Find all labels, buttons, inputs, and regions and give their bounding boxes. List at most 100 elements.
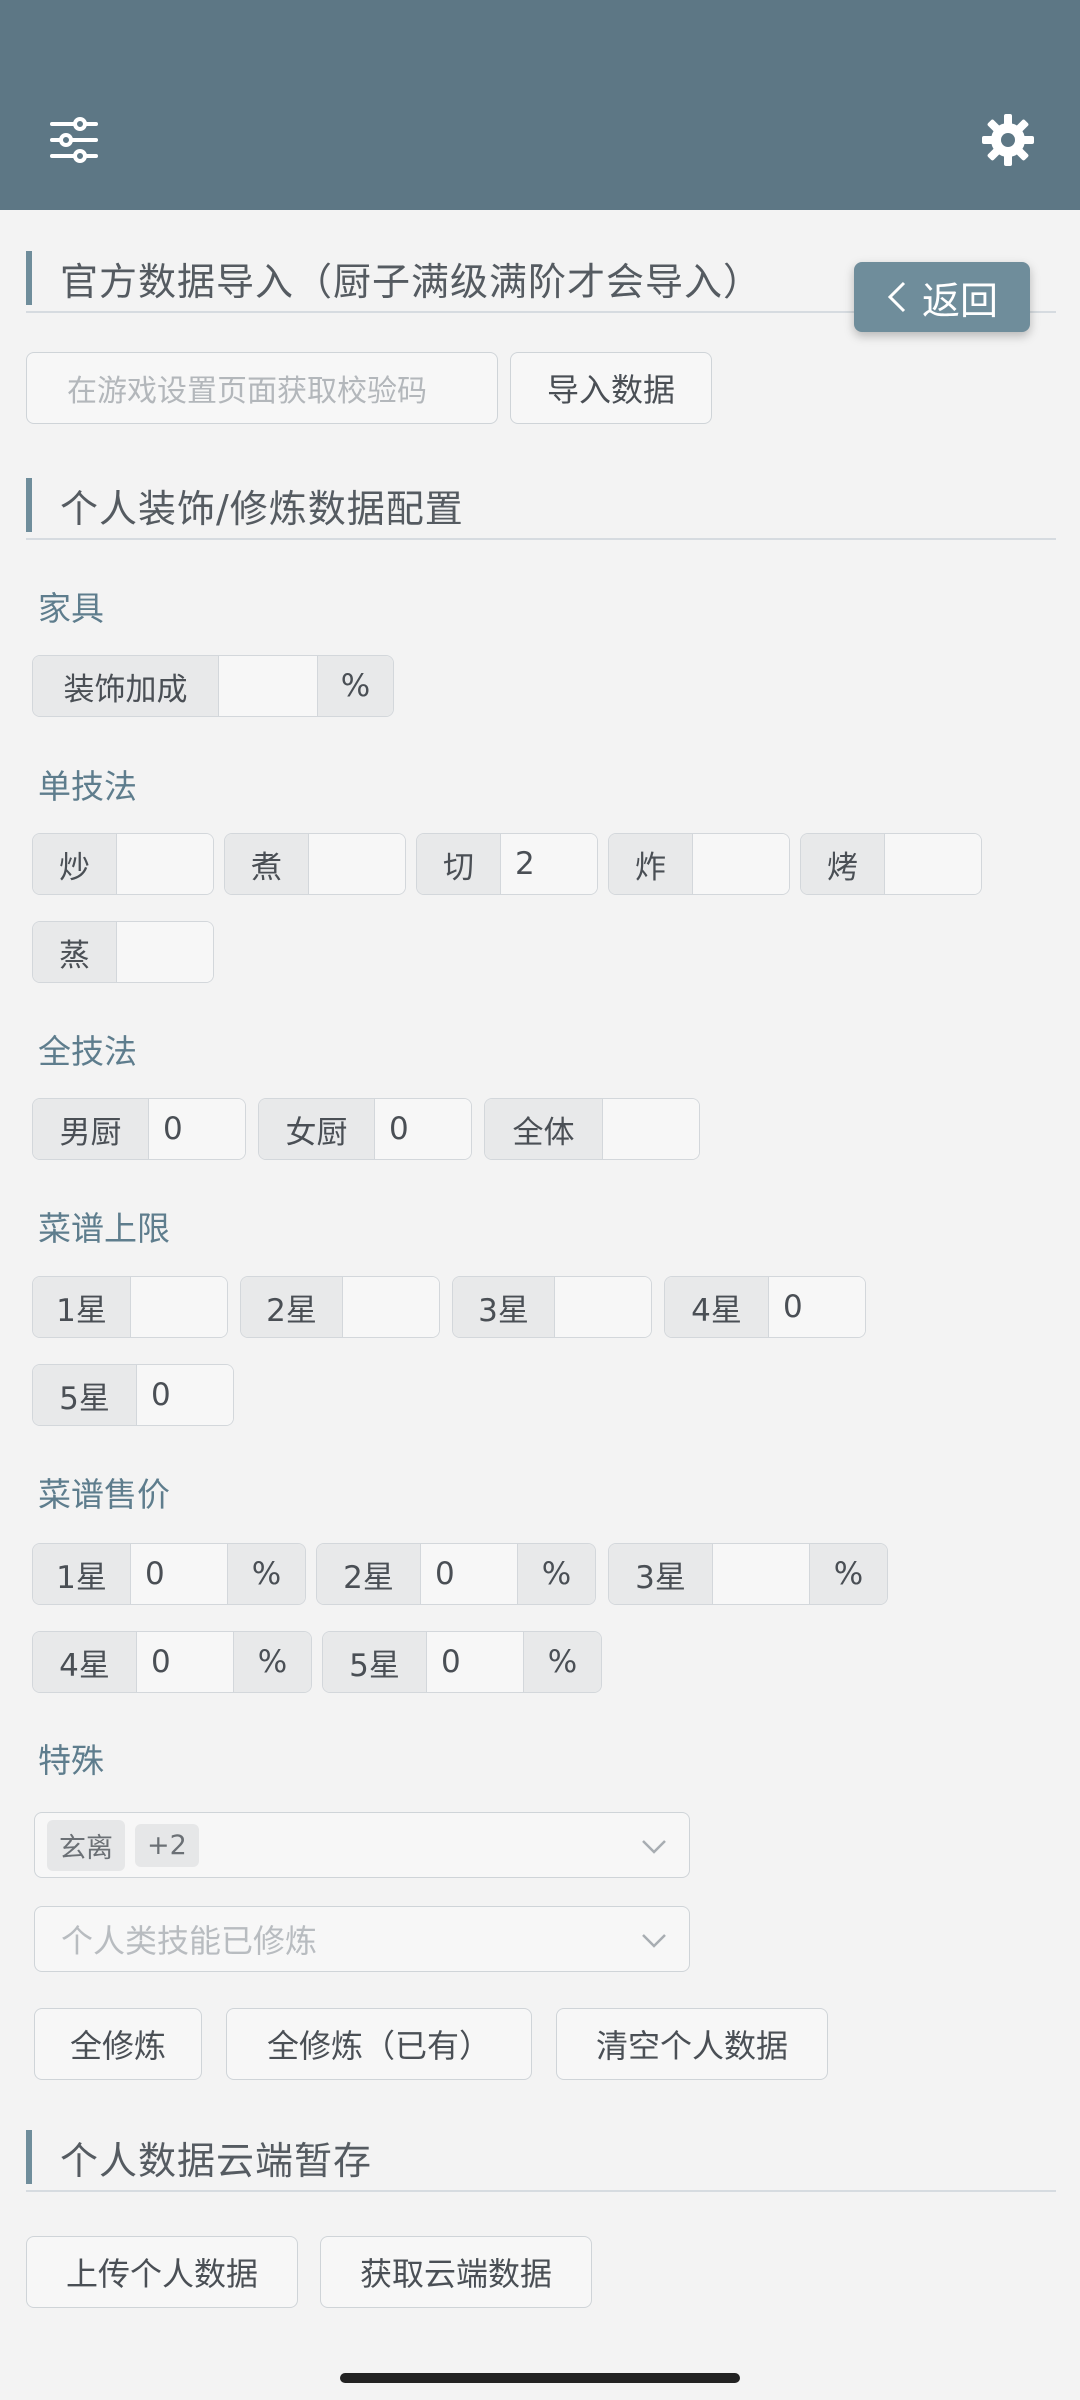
- field-label: 2星: [241, 1277, 343, 1337]
- skill-field-fry: 炸: [608, 833, 790, 895]
- trained-skill-placeholder: 个人类技能已修炼: [61, 1922, 318, 1960]
- back-button-label: 返回: [921, 278, 998, 323]
- section-cloud-storage: 个人数据云端暂存: [26, 2124, 1056, 2192]
- skill-field-steam: 蒸: [32, 921, 214, 983]
- recipe-price-1star: 1星 0 %: [32, 1543, 306, 1605]
- recipe-limit-3star: 3星: [452, 1276, 652, 1338]
- sliders-icon[interactable]: [44, 110, 104, 170]
- recipe-limit-2star: 2星: [240, 1276, 440, 1338]
- more-tags-badge: +2: [135, 1823, 199, 1867]
- chevron-down-icon: [642, 1934, 666, 1948]
- furniture-bonus-field: 装饰加成 %: [32, 655, 394, 717]
- field-label: 烤: [801, 834, 885, 894]
- field-label: 5星: [323, 1632, 427, 1692]
- import-data-label: 导入数据: [546, 371, 675, 409]
- section-title: 个人装饰/修炼数据配置: [60, 486, 464, 531]
- field-label: 切: [417, 834, 501, 894]
- skill-field-boil: 煮: [224, 833, 406, 895]
- field-label: 4星: [33, 1632, 137, 1692]
- all-skill-male: 男厨 0: [32, 1098, 246, 1160]
- furniture-bonus-input[interactable]: [219, 656, 317, 716]
- furniture-heading: 家具: [38, 589, 104, 628]
- recipe-price-2star: 2星 0 %: [316, 1543, 596, 1605]
- section-title: 个人数据云端暂存: [60, 2138, 373, 2183]
- field-label: 全体: [485, 1099, 603, 1159]
- field-input[interactable]: 0: [421, 1544, 517, 1604]
- trained-skill-select[interactable]: 个人类技能已修炼: [34, 1906, 690, 1972]
- all-skill-heading: 全技法: [38, 1032, 137, 1071]
- field-label: 煮: [225, 834, 309, 894]
- all-train-button[interactable]: 全修炼: [34, 2008, 202, 2080]
- section-bar: [26, 2130, 32, 2184]
- all-skill-female: 女厨 0: [258, 1098, 472, 1160]
- clear-personal-data-button[interactable]: 清空个人数据: [556, 2008, 828, 2080]
- recipe-limit-4star: 4星 0: [664, 1276, 866, 1338]
- field-input[interactable]: 0: [769, 1277, 865, 1337]
- selected-tag[interactable]: 玄离: [47, 1819, 125, 1871]
- field-label: 女厨: [259, 1099, 375, 1159]
- section-personal-config: 个人装饰/修炼数据配置: [26, 472, 1056, 540]
- chevron-down-icon: [642, 1840, 666, 1854]
- field-label: 4星: [665, 1277, 769, 1337]
- special-heading: 特殊: [38, 1741, 104, 1780]
- field-label: 1星: [33, 1277, 131, 1337]
- fetch-cloud-data-label: 获取云端数据: [359, 2255, 552, 2293]
- clear-personal-data-label: 清空个人数据: [595, 2027, 788, 2065]
- field-input[interactable]: 0: [427, 1632, 523, 1692]
- verification-code-placeholder: 在游戏设置页面获取校验码: [67, 374, 427, 409]
- field-label: 3星: [609, 1544, 713, 1604]
- upload-personal-data-label: 上传个人数据: [65, 2255, 258, 2293]
- field-input[interactable]: 2: [501, 834, 597, 894]
- all-train-owned-button[interactable]: 全修炼（已有）: [226, 2008, 532, 2080]
- field-input[interactable]: [343, 1277, 439, 1337]
- import-data-button[interactable]: 导入数据: [510, 352, 712, 424]
- field-input[interactable]: 0: [137, 1632, 233, 1692]
- skill-field-stir-fry: 炒: [32, 833, 214, 895]
- field-label: 2星: [317, 1544, 421, 1604]
- special-chef-select[interactable]: 玄离 +2: [34, 1812, 690, 1878]
- section-title: 官方数据导入（厨子满级满阶才会导入）: [60, 259, 763, 304]
- chevron-left-icon: [887, 281, 906, 313]
- field-input[interactable]: 0: [149, 1099, 245, 1159]
- field-label: 男厨: [33, 1099, 149, 1159]
- single-skill-heading: 单技法: [38, 767, 137, 806]
- field-label: 1星: [33, 1544, 131, 1604]
- skill-field-cut: 切 2: [416, 833, 598, 895]
- section-bar: [26, 478, 32, 532]
- percent-unit: %: [227, 1544, 305, 1604]
- field-input[interactable]: [693, 834, 789, 894]
- recipe-price-heading: 菜谱售价: [38, 1475, 170, 1514]
- field-input[interactable]: [131, 1277, 227, 1337]
- percent-unit: %: [809, 1544, 887, 1604]
- recipe-price-4star: 4星 0 %: [32, 1631, 312, 1693]
- recipe-limit-heading: 菜谱上限: [38, 1209, 170, 1248]
- all-train-owned-label: 全修炼（已有）: [266, 2027, 491, 2065]
- field-input[interactable]: 0: [375, 1099, 471, 1159]
- recipe-limit-1star: 1星: [32, 1276, 228, 1338]
- fetch-cloud-data-button[interactable]: 获取云端数据: [320, 2236, 592, 2308]
- percent-unit: %: [523, 1632, 601, 1692]
- upload-personal-data-button[interactable]: 上传个人数据: [26, 2236, 298, 2308]
- field-input[interactable]: [885, 834, 981, 894]
- field-label: 炸: [609, 834, 693, 894]
- recipe-limit-5star: 5星 0: [32, 1364, 234, 1426]
- home-indicator: [340, 2373, 740, 2383]
- field-input[interactable]: [603, 1099, 699, 1159]
- verification-code-input[interactable]: 在游戏设置页面获取校验码: [26, 352, 498, 424]
- percent-unit: %: [317, 656, 393, 716]
- gear-icon[interactable]: [978, 110, 1038, 170]
- all-train-label: 全修炼: [69, 2027, 166, 2065]
- percent-unit: %: [517, 1544, 595, 1604]
- field-label: 炒: [33, 834, 117, 894]
- field-input[interactable]: 0: [131, 1544, 227, 1604]
- field-input[interactable]: [555, 1277, 651, 1337]
- back-button[interactable]: 返回: [854, 262, 1030, 332]
- field-label: 蒸: [33, 922, 117, 982]
- recipe-price-5star: 5星 0 %: [322, 1631, 602, 1693]
- field-input[interactable]: [713, 1544, 809, 1604]
- skill-field-roast: 烤: [800, 833, 982, 895]
- field-input[interactable]: [309, 834, 405, 894]
- field-input[interactable]: [117, 922, 213, 982]
- field-input[interactable]: [117, 834, 213, 894]
- field-input[interactable]: 0: [137, 1365, 233, 1425]
